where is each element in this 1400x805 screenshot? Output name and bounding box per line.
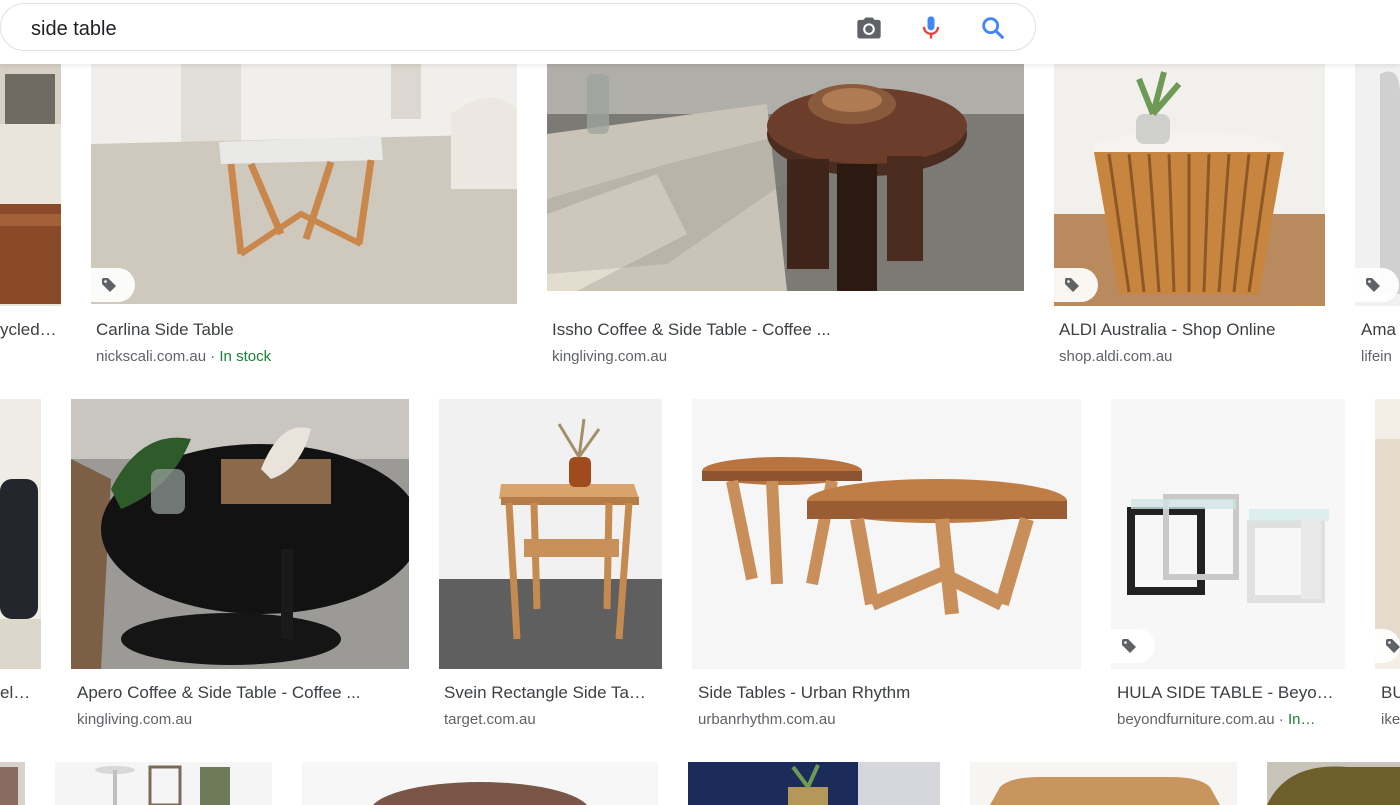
result-image[interactable] [55, 762, 272, 805]
result-source: lifein [1361, 348, 1392, 365]
search-header: side table [0, 0, 1400, 64]
stock-separator: · [1274, 711, 1288, 728]
result-image[interactable] [0, 64, 61, 306]
result-source: beyondfurniture.com.au · In… [1117, 711, 1347, 728]
tag-icon [1366, 278, 1380, 292]
result-image[interactable] [0, 762, 25, 805]
result-source: ike [1381, 711, 1400, 728]
result-image[interactable] [688, 762, 940, 805]
source-domain: nickscali.com.au [96, 348, 207, 365]
source-domain: beyondfurniture.com.au [1117, 711, 1275, 728]
product-tag-badge [1355, 268, 1399, 302]
result-title[interactable]: Issho Coffee & Side Table - Coffee ... [552, 320, 1022, 340]
search-icon[interactable] [979, 14, 1007, 42]
result-image[interactable] [1111, 399, 1345, 669]
result-image[interactable] [547, 64, 1024, 291]
result-image[interactable] [71, 399, 409, 669]
result-title[interactable]: Svein Rectangle Side Ta… [444, 683, 659, 703]
result-title[interactable]: BU [1381, 683, 1400, 703]
microphone-icon[interactable] [917, 14, 945, 42]
stock-separator: · [206, 348, 220, 365]
tag-icon [1122, 639, 1136, 653]
result-image[interactable] [439, 399, 662, 669]
result-image[interactable] [1054, 64, 1325, 306]
tag-icon [1065, 278, 1079, 292]
product-tag-badge [1111, 629, 1155, 663]
result-image[interactable] [1267, 762, 1400, 805]
tag-icon [1386, 639, 1400, 653]
tag-icon [102, 278, 116, 292]
result-title[interactable]: Carlina Side Table [96, 320, 516, 340]
product-tag-badge [1054, 268, 1098, 302]
result-title[interactable]: Side Tables - Urban Rhythm [698, 683, 1078, 703]
search-bar[interactable]: side table [0, 3, 1036, 51]
stock-status: In… [1287, 711, 1316, 728]
result-title[interactable]: Ama [1361, 320, 1400, 340]
camera-icon[interactable] [855, 14, 883, 42]
result-title[interactable]: HULA SIDE TABLE - Beyo… [1117, 683, 1347, 703]
product-tag-badge [91, 268, 135, 302]
result-source: kingliving.com.au [77, 711, 193, 728]
result-source: nickscali.com.au · In stock [96, 348, 516, 365]
result-source: kingliving.com.au [552, 348, 668, 365]
result-source: target.com.au [444, 711, 536, 728]
result-source: shop.aldi.com.au [1059, 348, 1173, 365]
result-image[interactable] [0, 399, 41, 669]
result-image[interactable] [970, 762, 1237, 805]
result-title[interactable]: el… [0, 683, 40, 703]
result-image[interactable] [91, 64, 517, 304]
result-title[interactable]: ALDI Australia - Shop Online [1059, 320, 1329, 340]
result-image[interactable] [692, 399, 1081, 669]
result-source: urbanrhythm.com.au [698, 711, 836, 728]
search-input[interactable]: side table [31, 18, 117, 41]
result-title[interactable]: Apero Coffee & Side Table - Coffee ... [77, 683, 407, 703]
result-image[interactable] [302, 762, 658, 805]
stock-status: In stock [219, 348, 272, 365]
result-title[interactable]: ycled… [0, 320, 60, 340]
